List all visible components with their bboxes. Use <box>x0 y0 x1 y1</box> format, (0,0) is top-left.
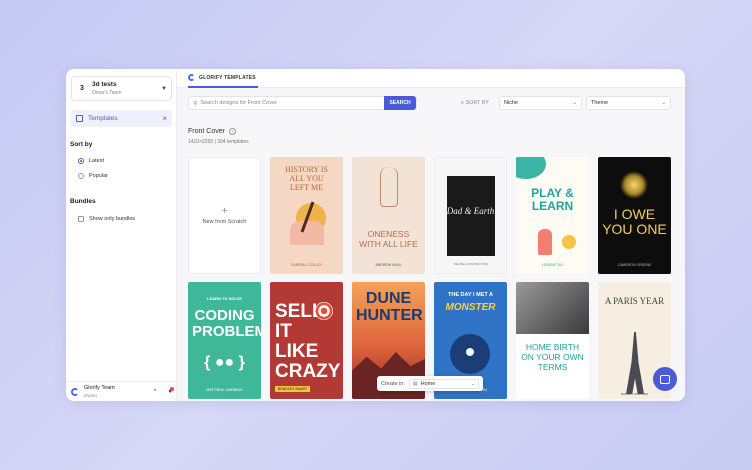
template-card[interactable]: HOME BIRTH ON YOUR OWN TERMS <box>516 282 589 399</box>
chat-button[interactable] <box>653 367 677 391</box>
template-title: CODING PROBLEMS <box>192 307 261 340</box>
app-window: 3 3d tests Omar's Team ▼ Templates × Sor… <box>66 69 685 401</box>
template-title: DUNE HUNTER <box>356 290 423 324</box>
radio-selected-icon <box>78 158 84 164</box>
main-content: GLORIFY TEMPLATES ⚲ Search designs for F… <box>177 69 685 401</box>
template-card[interactable]: ONENESS WITH ALL LIFE ANDREW NOAL <box>352 157 425 274</box>
niche-dropdown[interactable]: Niche ⌄ <box>499 96 582 110</box>
account-role: Owner <box>84 392 98 398</box>
tab-label: GLORIFY TEMPLATES <box>199 74 256 81</box>
bell-icon[interactable]: ♦ <box>168 387 174 395</box>
template-title: ONENESS WITH ALL LIFE <box>359 229 418 249</box>
sidebar-item-label: Templates <box>88 115 118 122</box>
search-button[interactable]: SEARCH <box>384 96 416 110</box>
template-card[interactable]: SELL IT LIKE CRAZY BRADLEY SMART <box>270 282 343 399</box>
checkbox-label: Show only bundles <box>89 216 136 222</box>
theme-dropdown[interactable]: Theme ⌄ <box>586 96 671 110</box>
sort-by-label: ≡ SORT BY <box>461 100 489 106</box>
template-card[interactable]: I OWE YOU ONE CAMERON GREENE <box>598 157 671 274</box>
template-author: CARROLL COLLEY <box>290 263 323 267</box>
sidebar-item-templates[interactable]: Templates × <box>71 110 172 127</box>
braces-icon: { ●● } <box>204 354 245 371</box>
sort-popular-radio[interactable]: Popular <box>78 173 108 179</box>
team-number: 3 <box>80 85 84 92</box>
account-team: Glorify Team <box>84 384 115 391</box>
folder-icon: ▤ <box>412 380 418 387</box>
template-author: BRADLEY SMART <box>275 386 311 392</box>
theme-value: Theme <box>591 100 609 106</box>
template-title: MONSTER <box>445 302 496 313</box>
wave-shape <box>516 157 546 179</box>
monster-eye <box>462 344 478 360</box>
template-title: HISTORY IS ALL YOU LEFT ME <box>285 165 328 192</box>
scratch-label: New from Scratch <box>202 218 247 225</box>
radio-icon <box>78 173 84 179</box>
template-author: ANDREW NOAL <box>375 263 402 267</box>
template-author: ROBERT WILLIAMS <box>620 392 649 396</box>
template-card[interactable]: Dad & Earth THE BELL INSTRUCTOR <box>434 157 507 274</box>
chevron-down-icon: ▼ <box>161 85 167 92</box>
template-title: A PARIS YEAR <box>604 296 665 306</box>
template-author: LEARNIT ELI <box>542 263 563 267</box>
target-icon <box>315 302 333 320</box>
bundles-checkbox[interactable]: Show only bundles <box>78 216 135 222</box>
team-subtitle: Omar's Team <box>92 89 122 96</box>
template-title: I OWE YOU ONE <box>602 206 667 237</box>
create-in-bar: Create in: ▤ Home ⌄ <box>377 376 483 391</box>
light-burst <box>620 171 648 199</box>
templates-icon <box>76 115 83 122</box>
create-in-label: Create in: <box>381 380 405 387</box>
photo-panel <box>516 282 589 334</box>
close-icon[interactable]: × <box>162 114 167 123</box>
new-from-scratch-card[interactable]: + New from Scratch <box>188 157 261 274</box>
chevron-down-icon: ⌄ <box>470 380 475 387</box>
team-name: 3d tests <box>92 80 117 88</box>
child-figure <box>538 229 552 255</box>
plus-icon: + <box>221 205 228 217</box>
template-kicker: LEARN TO SOLVE <box>207 296 242 301</box>
team-selector[interactable]: 3 3d tests Omar's Team ▼ <box>71 76 172 101</box>
sort-latest-radio[interactable]: Latest <box>78 158 104 164</box>
niche-value: Niche <box>504 100 519 106</box>
sidebar: 3 3d tests Omar's Team ▼ Templates × Sor… <box>66 69 177 401</box>
radio-label: Latest <box>89 158 104 164</box>
search-input[interactable]: Search designs for Front Cover <box>200 100 384 106</box>
template-author: MATTHEW LEARNING <box>206 388 243 392</box>
checkbox-icon <box>78 216 84 222</box>
tab-bar: GLORIFY TEMPLATES <box>177 69 685 88</box>
category-title: Front Cover i <box>188 128 236 135</box>
eiffel-tower-shape <box>626 332 644 394</box>
template-author: THE BELL INSTRUCTOR <box>453 262 488 266</box>
template-card[interactable]: LEARN TO SOLVE CODING PROBLEMS { ●● } MA… <box>188 282 261 399</box>
info-icon[interactable]: i <box>228 128 236 135</box>
search-icon: ⚲ <box>193 100 198 107</box>
search-bar: ⚲ Search designs for Front Cover SEARCH <box>188 96 417 110</box>
chevron-down-icon: ⌄ <box>661 100 666 106</box>
tab-glorify-templates[interactable]: GLORIFY TEMPLATES <box>188 69 258 88</box>
template-title: PLAY & LEARN <box>531 186 574 213</box>
account-footer[interactable]: Glorify Team Owner ^ ♦ <box>66 381 177 401</box>
template-card[interactable]: PLAY & LEARN LEARNIT ELI <box>516 157 589 274</box>
glorify-logo-icon <box>71 387 79 396</box>
chevron-down-icon: ⌄ <box>572 100 577 106</box>
create-in-value: Home <box>420 380 436 387</box>
hands-illustration <box>380 167 398 207</box>
template-title: Dad & Earth <box>446 206 495 216</box>
glorify-logo-icon <box>188 74 195 81</box>
create-in-select[interactable]: ▤ Home ⌄ <box>408 378 479 389</box>
template-card[interactable]: HISTORY IS ALL YOU LEFT ME CARROLL COLLE… <box>270 157 343 274</box>
bundles-title: Bundles <box>70 198 96 205</box>
template-kicker: THE DAY I MET A <box>447 292 494 298</box>
ball-shape <box>562 235 576 249</box>
category-subtitle: 1410×2250 | 304 templates <box>188 139 249 145</box>
sort-title: Sort by <box>70 141 93 148</box>
template-title: HOME BIRTH ON YOUR OWN TERMS <box>521 342 584 372</box>
template-author: CAMERON GREENE <box>617 263 652 267</box>
chevron-up-icon[interactable]: ^ <box>154 389 157 395</box>
radio-label: Popular <box>89 173 108 179</box>
chat-icon <box>660 374 670 384</box>
hand-shape <box>290 221 324 245</box>
